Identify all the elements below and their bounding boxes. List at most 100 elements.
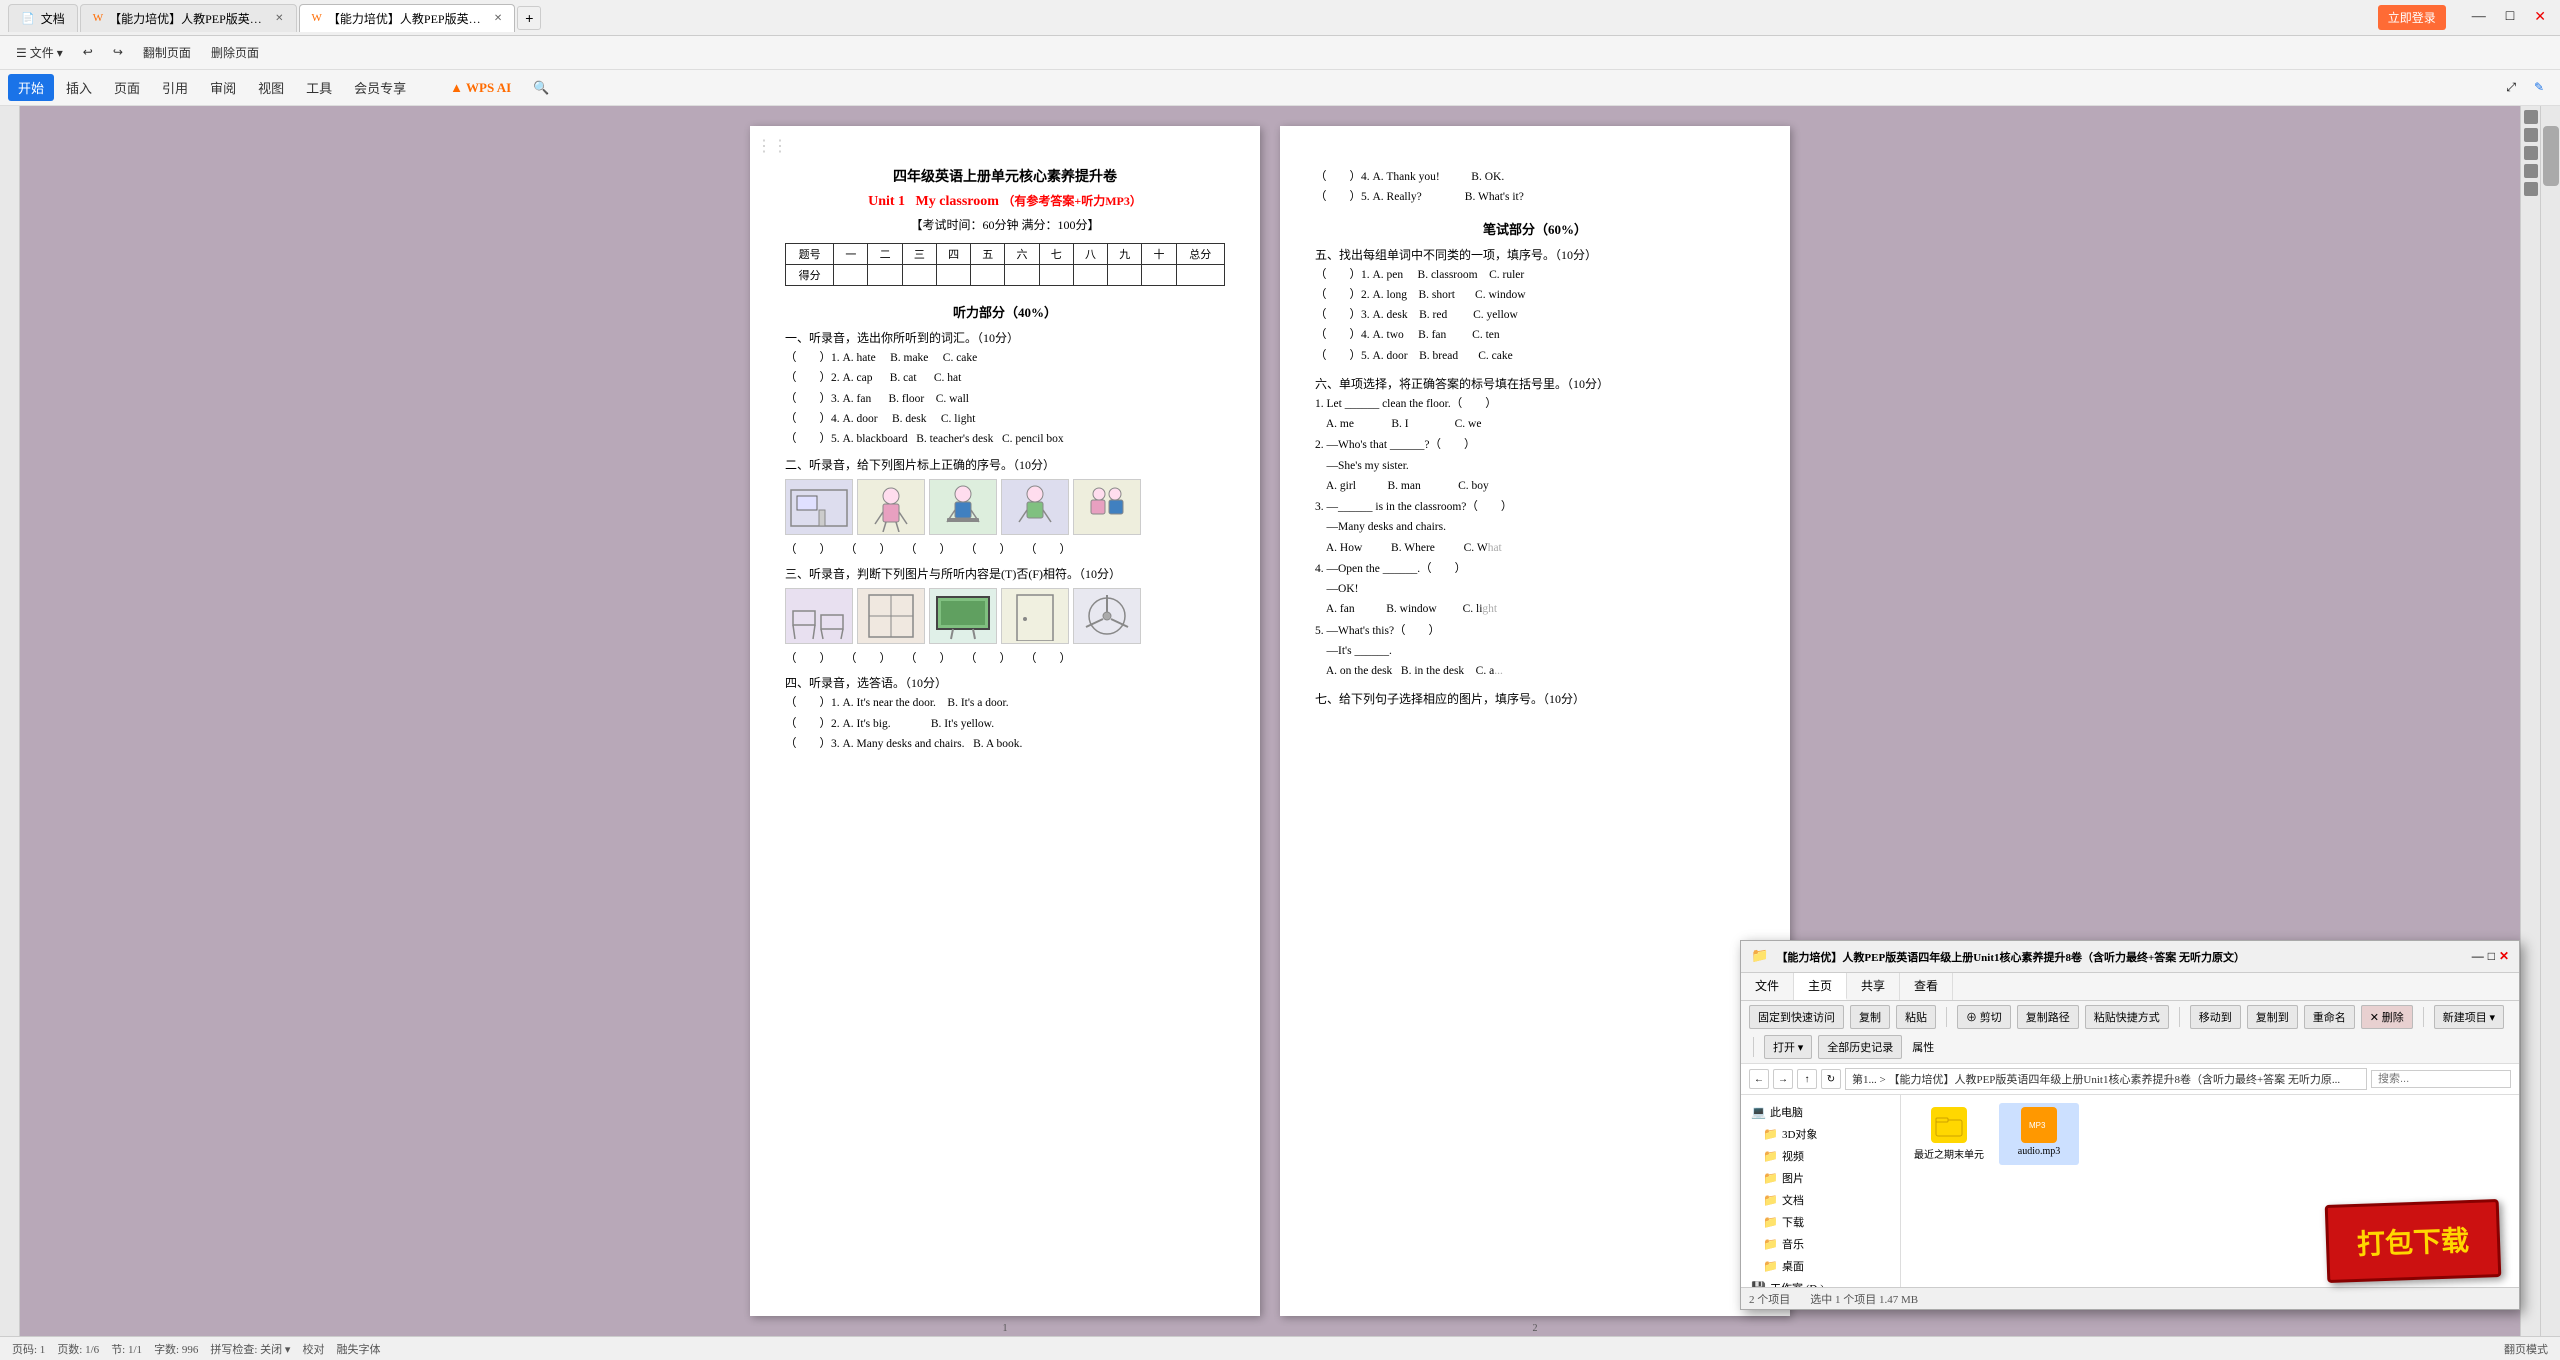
fm-nav-up[interactable]: ↑ [1797, 1069, 1817, 1089]
status-page: 页码: 1 [12, 1341, 45, 1357]
fm-tree-drive-d[interactable]: 💾 工作室 (D:) [1747, 1277, 1894, 1287]
fm-tree-music[interactable]: 📁 音乐 [1747, 1233, 1894, 1255]
toolbar-undo[interactable]: ↩ [75, 42, 101, 63]
fm-close-btn[interactable]: ✕ [2499, 949, 2509, 964]
section3-header: 三、听录音，判断下列图片与所听内容是(T)否(F)相符。（10分） [785, 565, 1225, 582]
s5-item-1: （ ）1. A. pen B. classroom C. ruler [1315, 267, 1755, 284]
menu-vip[interactable]: 会员专享 [344, 74, 416, 101]
sidebar-icon-2[interactable] [2524, 128, 2538, 142]
register-button[interactable]: 立即登录 [2378, 5, 2446, 30]
fm-btn-new[interactable]: 新建项目 ▾ [2434, 1005, 2504, 1029]
tab-doc[interactable]: 📄 文档 [8, 4, 78, 32]
img3-5 [1073, 588, 1141, 644]
tab-wps2-close[interactable]: ✕ [494, 13, 502, 24]
fm-tree-download[interactable]: 📁 下载 [1747, 1211, 1894, 1233]
fm-file-folder[interactable]: 最近之期末单元 [1909, 1103, 1989, 1165]
s5-item-3: （ ）3. A. desk B. red C. yellow [1315, 307, 1755, 324]
menu-reference[interactable]: 引用 [152, 74, 198, 101]
section3-answers: （ ） （ ） （ ） （ ） （ ） [785, 650, 1225, 666]
fm-tree-computer[interactable]: 💻 此电脑 [1747, 1101, 1894, 1123]
fm-tab-home[interactable]: 主页 [1794, 973, 1847, 1000]
status-proofread[interactable]: 校对 [302, 1341, 324, 1357]
fm-btn-paste[interactable]: 粘贴 [1896, 1005, 1936, 1029]
fm-btn-pin[interactable]: 固定到快速访问 [1749, 1005, 1844, 1029]
menu-tools[interactable]: 工具 [296, 74, 342, 101]
fm-tree-desktop[interactable]: 📁 桌面 [1747, 1255, 1894, 1277]
fm-tree-3d[interactable]: 📁 3D对象 [1747, 1123, 1894, 1145]
tab-wps1-close[interactable]: ✕ [275, 13, 283, 24]
folder-svg [1934, 1112, 1964, 1138]
edit-button[interactable]: ✎ [2526, 80, 2552, 95]
fm-btn-history[interactable]: 全部历史记录 [1818, 1035, 1902, 1059]
fm-btn-copy2[interactable]: 复制到 [2247, 1005, 2298, 1029]
fm-tree-music-label: 音乐 [1782, 1236, 1804, 1252]
mp3-icon: MP3 [2021, 1107, 2057, 1143]
toolbar-file[interactable]: ☰ 文件 ▾ [8, 41, 71, 64]
tab-wps2[interactable]: W 【能力培优】人教PEP版英语四年级上... ✕ [299, 4, 516, 32]
doc-folder-icon: 📁 [1763, 1193, 1778, 1208]
menu-view[interactable]: 视图 [248, 74, 294, 101]
score-10 [1142, 265, 1176, 286]
fm-btn-delete[interactable]: ✕ 删除 [2361, 1005, 2413, 1029]
menu-search[interactable]: 🔍 [523, 76, 559, 100]
fm-btn-rename[interactable]: 重命名 [2304, 1005, 2355, 1029]
s6-item-4: 4. —Open the ______.（ ） —OK! A. fan B. w… [1315, 561, 1755, 619]
menu-review[interactable]: 审阅 [200, 74, 246, 101]
toolbar-delete-page[interactable]: 删除页面 [203, 41, 267, 64]
status-font[interactable]: 融失字体 [336, 1341, 380, 1357]
scrollbar-thumb[interactable] [2543, 126, 2559, 186]
3d-icon: 📁 [1763, 1127, 1778, 1142]
vertical-scrollbar[interactable] [2540, 106, 2560, 1336]
fm-tab-share[interactable]: 共享 [1847, 973, 1900, 1000]
status-position: 节: 1/1 [111, 1341, 142, 1357]
tab-wps1[interactable]: W 【能力培优】人教PEP版英语四年级上... ✕ [80, 4, 297, 32]
minimize-button[interactable]: — [2466, 9, 2492, 26]
fm-btn-paste-shortcut[interactable]: 粘贴快捷方式 [2085, 1005, 2169, 1029]
expand-icon[interactable]: ⤢ [2498, 80, 2524, 95]
left-page: ⋮⋮ 四年级英语上册单元核心素养提升卷 Unit 1 My classroom … [750, 126, 1260, 1316]
subtitle: Unit 1 My classroom （有参考答案+听力MP3） [785, 192, 1225, 210]
fm-btn-open[interactable]: 打开 ▾ [1764, 1035, 1812, 1059]
fm-tree-doc[interactable]: 📁 文档 [1747, 1189, 1894, 1211]
fm-search-input[interactable] [2371, 1070, 2511, 1088]
fm-btn-move[interactable]: 移动到 [2190, 1005, 2241, 1029]
sidebar-icon-3[interactable] [2524, 146, 2538, 160]
fm-maximize-btn[interactable]: □ [2488, 949, 2495, 964]
status-spell-check[interactable]: 拼写检查: 关闭 ▾ [210, 1341, 290, 1357]
score-header-11: 总分 [1176, 244, 1224, 265]
fm-tree-video[interactable]: 📁 视频 [1747, 1145, 1894, 1167]
fm-nav-back[interactable]: ← [1749, 1069, 1769, 1089]
menu-page[interactable]: 页面 [104, 74, 150, 101]
close-button[interactable]: ✕ [2528, 9, 2552, 26]
sidebar-icon-4[interactable] [2524, 164, 2538, 178]
fm-tree-picture[interactable]: 📁 图片 [1747, 1167, 1894, 1189]
sidebar-icon-5[interactable] [2524, 182, 2538, 196]
add-tab-button[interactable]: + [517, 6, 541, 30]
status-mode[interactable]: 翻页模式 [2504, 1341, 2548, 1357]
fm-btn-properties[interactable]: 属性 [1912, 1039, 1934, 1055]
fm-btn-copy[interactable]: 复制 [1850, 1005, 1890, 1029]
fm-nav-refresh[interactable]: ↻ [1821, 1069, 1841, 1089]
fm-btn-cut[interactable]: ⊕ 剪切 [1957, 1005, 2011, 1029]
img2-3 [929, 479, 997, 535]
menu-wps-ai[interactable]: ▲ WPS AI [440, 76, 521, 100]
fm-tree-video-label: 视频 [1782, 1148, 1804, 1164]
fm-file-audio[interactable]: MP3 audio.mp3 [1999, 1103, 2079, 1165]
fm-tab-view[interactable]: 查看 [1900, 973, 1953, 1000]
fm-path-bar[interactable]: 第1... > 【能力培优】人教PEP版英语四年级上册Unit1核心素养提升8卷… [1845, 1068, 2367, 1090]
score-header-1: 一 [834, 244, 868, 265]
fm-btn-copy-path[interactable]: 复制路径 [2017, 1005, 2079, 1029]
maximize-button[interactable]: □ [2500, 9, 2520, 26]
fm-tab-file[interactable]: 文件 [1741, 973, 1794, 1000]
toolbar-redo[interactable]: ↪ [105, 42, 131, 63]
menu-insert[interactable]: 插入 [56, 74, 102, 101]
fm-minimize-btn[interactable]: — [2472, 949, 2484, 964]
fm-nav-forward[interactable]: → [1773, 1069, 1793, 1089]
menu-start[interactable]: 开始 [8, 74, 54, 101]
toolbar-copy-page[interactable]: 翻制页面 [135, 41, 199, 64]
download-button[interactable]: 打包下载 [2325, 1199, 2502, 1283]
sidebar-icon-1[interactable] [2524, 110, 2538, 124]
fm-tree-picture-label: 图片 [1782, 1170, 1804, 1186]
menu-bar: 开始 插入 页面 引用 审阅 视图 工具 会员专享 ▲ WPS AI 🔍 ⤢ ✎ [0, 70, 2560, 106]
fm-item-count: 2 个项目 [1749, 1291, 1790, 1307]
